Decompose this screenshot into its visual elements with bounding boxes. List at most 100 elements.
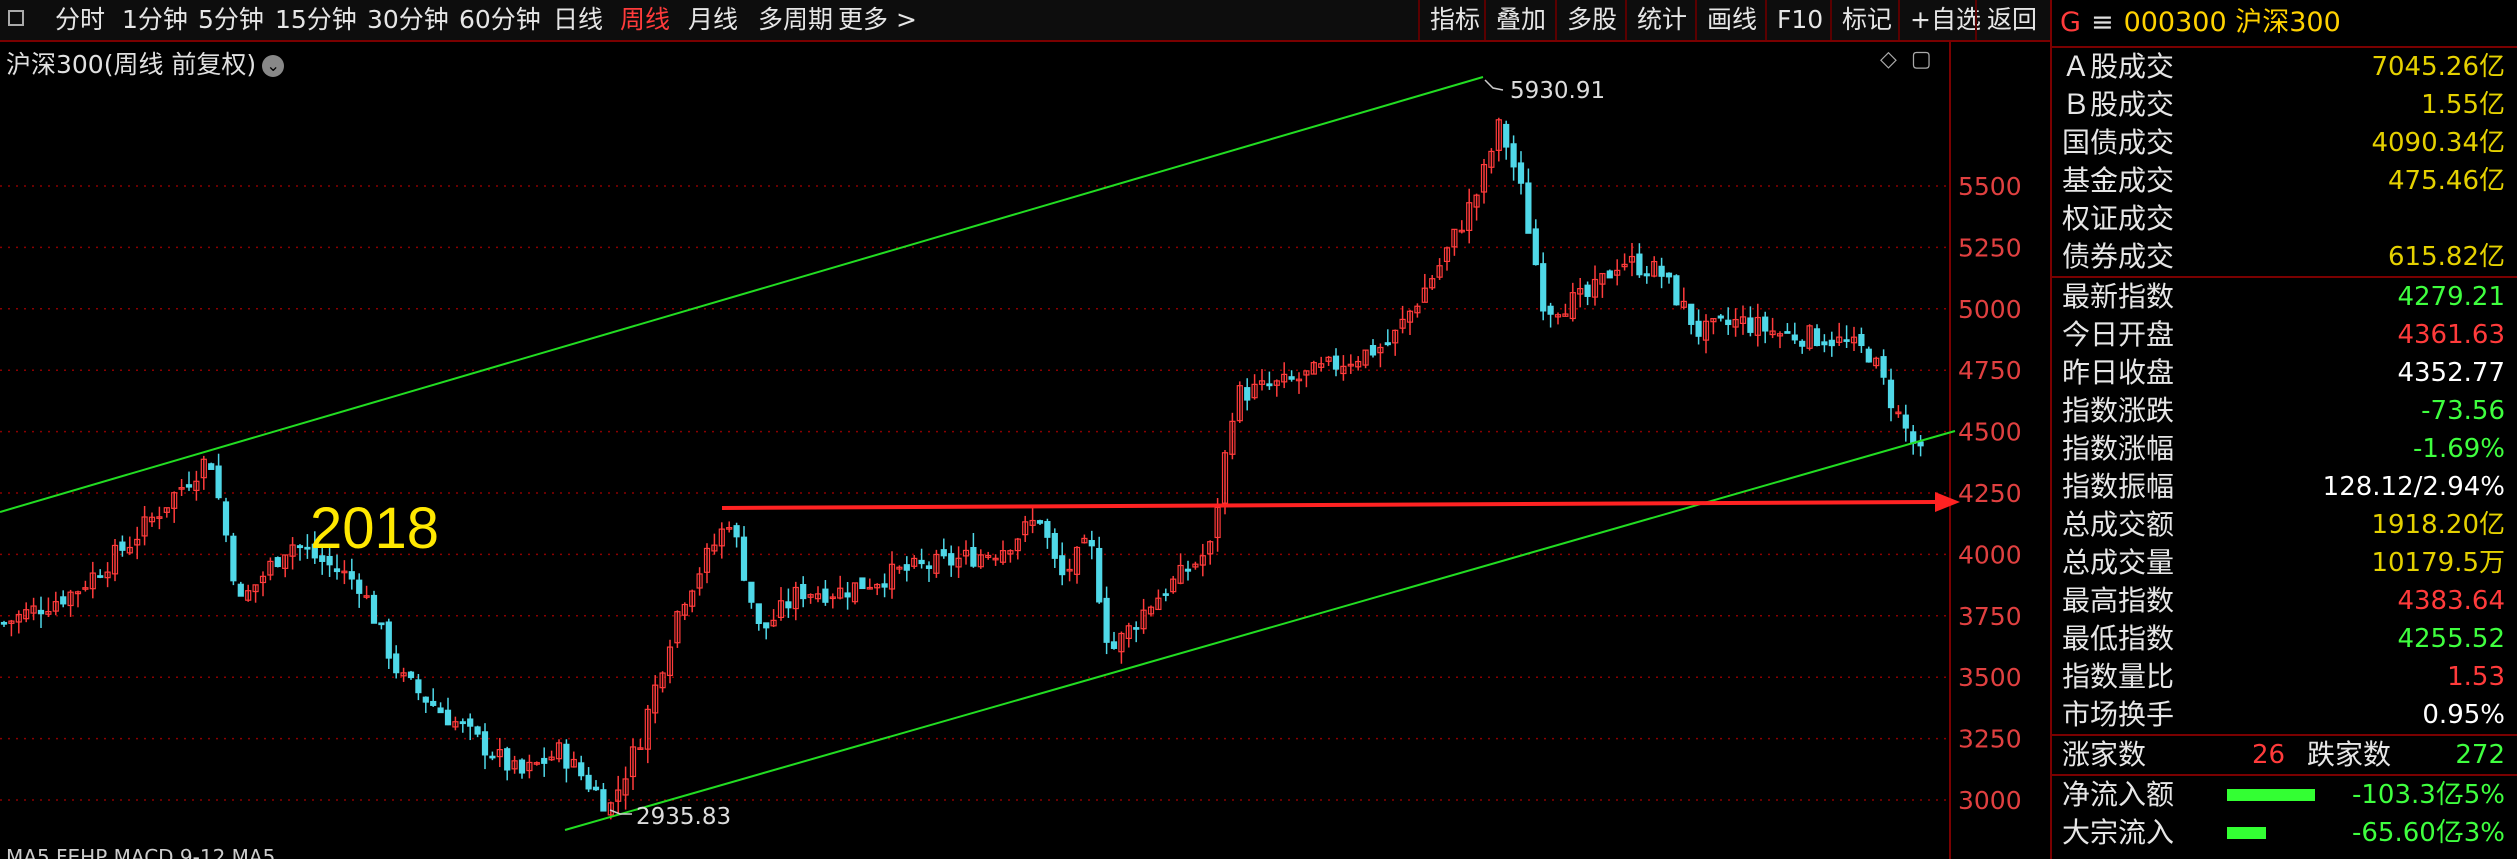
quote-value: 128.12/2.94% bbox=[2322, 472, 2505, 502]
turnover-label: Ｂ股成交 bbox=[2062, 88, 2175, 121]
candle-body bbox=[1110, 641, 1118, 649]
period-tab-5[interactable]: 60分钟 bbox=[459, 0, 541, 40]
menu-icon[interactable]: ≡ bbox=[2091, 7, 2114, 38]
candle-body bbox=[393, 653, 400, 674]
candle-body bbox=[1658, 265, 1665, 277]
period-tab-7[interactable]: 周线 bbox=[620, 0, 670, 40]
turnover-row: Ｂ股成交 1.55亿 bbox=[2052, 86, 2517, 124]
turnover-value: 7045.26亿 bbox=[2371, 52, 2505, 82]
candle-body bbox=[733, 525, 740, 538]
candle-body bbox=[459, 721, 466, 725]
quote-value: 0.95% bbox=[2422, 700, 2505, 730]
period-tab-10[interactable]: 更多 > bbox=[838, 0, 917, 40]
index-name: 沪深300 bbox=[2235, 7, 2341, 38]
candle-body bbox=[467, 718, 474, 727]
period-tab-0[interactable]: 分时 bbox=[55, 0, 105, 40]
quote-list: 最新指数 4279.21 今日开盘 4361.63 昨日收盘 4352.77 指数涨跌 -73… bbox=[2052, 278, 2517, 734]
candle-body bbox=[1843, 339, 1850, 342]
period-tab-4[interactable]: 30分钟 bbox=[367, 0, 449, 40]
toolbar-button-2[interactable]: 多股 bbox=[1555, 0, 1617, 40]
candle-body bbox=[185, 484, 193, 488]
candle-body bbox=[385, 621, 392, 659]
candle-body bbox=[1044, 521, 1051, 538]
support-arrow bbox=[1935, 492, 1960, 512]
candle-body bbox=[592, 786, 600, 791]
quote-value: 4361.63 bbox=[2397, 320, 2505, 350]
flow-row: 净流入额 -103.3亿 -5% bbox=[2052, 776, 2517, 814]
candle-body bbox=[755, 603, 762, 625]
period-tab-1[interactable]: 1分钟 bbox=[122, 0, 188, 40]
toolbar-button-8[interactable]: 返回 bbox=[1975, 0, 2037, 40]
quote-label: 总成交额 bbox=[2062, 508, 2175, 541]
candle-body bbox=[422, 696, 429, 703]
candle-body bbox=[925, 565, 933, 569]
candle-body bbox=[1051, 532, 1058, 559]
quote-value: -73.56 bbox=[2421, 396, 2505, 426]
candle-body bbox=[444, 709, 452, 726]
period-tab-9[interactable]: 多周期 bbox=[758, 0, 833, 40]
candle-body bbox=[903, 564, 910, 571]
period-tab-2[interactable]: 5分钟 bbox=[198, 0, 264, 40]
candle-body bbox=[1887, 379, 1895, 409]
chart-canvas[interactable]: 3000 3250 3500 3750 4000 4250 4500 4750 5000 5250… bbox=[0, 42, 2050, 859]
candle-body bbox=[222, 501, 230, 536]
candle-body bbox=[785, 601, 792, 609]
candle-body bbox=[1695, 320, 1702, 337]
turnover-label: Ａ股成交 bbox=[2062, 50, 2175, 83]
chart-title-text: 沪深300(周线 前复权) bbox=[6, 50, 257, 79]
candle-body bbox=[1747, 317, 1754, 333]
chevron-down-icon[interactable]: ⌄ bbox=[262, 55, 285, 77]
candle-body bbox=[1673, 275, 1680, 306]
candle-body bbox=[948, 553, 955, 566]
y-tick-label: 3000 bbox=[1958, 786, 2022, 815]
quote-label: 最高指数 bbox=[2062, 584, 2175, 617]
candle-body bbox=[97, 575, 104, 578]
toolbar-button-5[interactable]: F10 bbox=[1765, 0, 1823, 40]
candle-body bbox=[585, 774, 592, 790]
candle-body bbox=[918, 559, 925, 565]
upper-channel-line bbox=[0, 76, 1484, 513]
kline-chart[interactable]: 3000 3250 3500 3750 4000 4250 4500 4750 5000 5250… bbox=[0, 42, 2050, 859]
candle-body bbox=[407, 671, 415, 679]
period-tab-3[interactable]: 15分钟 bbox=[275, 0, 357, 40]
candle-body bbox=[1865, 348, 1872, 363]
candle-body bbox=[1762, 316, 1769, 332]
high-pointer bbox=[1484, 79, 1504, 91]
quote-label: 最新指数 bbox=[2062, 280, 2175, 313]
restore-icon[interactable]: ▢ bbox=[1911, 47, 1932, 72]
year-annotation: 2018 bbox=[310, 496, 439, 561]
flow-label: 大宗流入 bbox=[2062, 816, 2175, 849]
toolbar-button-7[interactable]: +自选 bbox=[1898, 0, 1981, 40]
quote-row: 昨日收盘 4352.77 bbox=[2052, 354, 2517, 392]
down-count-value: 272 bbox=[2455, 740, 2505, 770]
toolbar-button-1[interactable]: 叠加 bbox=[1484, 0, 1546, 40]
period-tab-6[interactable]: 日线 bbox=[553, 0, 603, 40]
candle-body bbox=[1902, 414, 1909, 429]
diamond-icon[interactable]: ◇ bbox=[1880, 47, 1897, 72]
quote-row: 总成交额 1918.20亿 bbox=[2052, 506, 2517, 544]
toolbar-button-4[interactable]: 画线 bbox=[1695, 0, 1757, 40]
toolbar-button-0[interactable]: 指标 bbox=[1418, 0, 1480, 40]
candle-body bbox=[1643, 273, 1650, 277]
window-icon[interactable] bbox=[8, 10, 24, 26]
candle-body bbox=[1821, 341, 1828, 346]
low-label: 2935.83 bbox=[636, 804, 731, 830]
turnover-label: 国债成交 bbox=[2062, 126, 2175, 159]
group-badge[interactable]: G bbox=[2060, 7, 2081, 38]
candle-body bbox=[1517, 162, 1525, 184]
candle-body bbox=[1532, 228, 1539, 266]
candle-body bbox=[1244, 387, 1251, 401]
quote-value: 4352.77 bbox=[2397, 358, 2505, 388]
panel-header: G ≡ 000300 沪深300 bbox=[2052, 0, 2517, 48]
toolbar-button-3[interactable]: 统计 bbox=[1625, 0, 1687, 40]
toolbar-button-6[interactable]: 标记 bbox=[1830, 0, 1892, 40]
candle-body bbox=[37, 609, 45, 615]
candle-body bbox=[1717, 315, 1724, 319]
candle-body bbox=[296, 545, 304, 549]
y-tick-label: 3750 bbox=[1958, 602, 2022, 631]
chart-corner-icons: ◇ ▢ bbox=[1880, 47, 1932, 72]
candle-body bbox=[119, 541, 126, 551]
candle-body bbox=[1828, 339, 1835, 347]
flow-pct: -5% bbox=[2454, 780, 2505, 810]
period-tab-8[interactable]: 月线 bbox=[688, 0, 738, 40]
